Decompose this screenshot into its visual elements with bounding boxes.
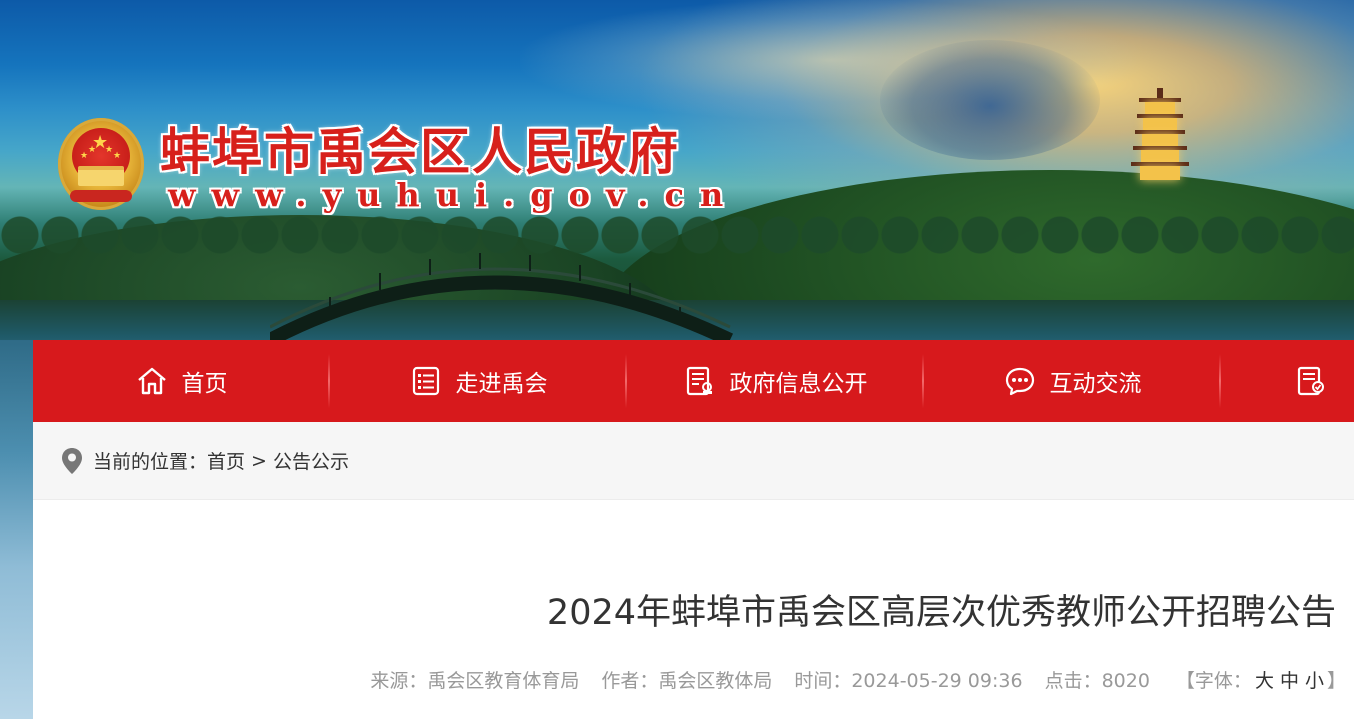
breadcrumb: 当前的位置： 首页 > 公告公示 xyxy=(33,422,1354,500)
list-icon xyxy=(412,366,439,396)
service-document-icon xyxy=(1297,366,1324,396)
nav-item-gov-info-disclosure[interactable]: 政府信息公开 xyxy=(627,340,924,422)
font-size-large-button[interactable]: 大 xyxy=(1255,670,1274,692)
breadcrumb-current-link[interactable]: 公告公示 xyxy=(273,447,349,474)
breadcrumb-separator: > xyxy=(251,449,267,472)
nav-label: 政府信息公开 xyxy=(729,371,868,397)
banner-cloud-dark xyxy=(880,40,1100,160)
main-nav: 首页 走进禹会 政府信息公开 互动交流 xyxy=(33,340,1354,422)
arch-bridge-image xyxy=(270,253,734,345)
font-size-small-button[interactable]: 小 xyxy=(1305,670,1324,692)
breadcrumb-prefix: 当前的位置： xyxy=(93,451,208,473)
nav-item-interaction[interactable]: 互动交流 xyxy=(924,340,1221,422)
nav-label: 走进禹会 xyxy=(455,371,548,397)
breadcrumb-home-link[interactable]: 首页 xyxy=(207,447,245,474)
location-pin-icon xyxy=(62,447,82,474)
home-icon xyxy=(137,367,166,395)
background-lake-strip xyxy=(0,340,33,719)
font-size-label: 【字体： xyxy=(1175,670,1252,692)
article-author: 作者：禹会区教体局 xyxy=(601,670,773,692)
national-emblem-icon: ★ ★ ★ ★ ★ xyxy=(58,118,144,210)
document-icon xyxy=(686,366,712,396)
nav-label: 首页 xyxy=(181,371,228,397)
site-url: www.yuhui.gov.cn xyxy=(168,176,740,214)
pagoda-image xyxy=(1130,88,1190,187)
font-size-label-close: 】 xyxy=(1326,670,1346,692)
site-title: 蚌埠市禹会区人民政府 xyxy=(160,122,680,181)
font-size-medium-button[interactable]: 中 xyxy=(1280,670,1299,692)
article-time: 时间：2024-05-29 09:36 xyxy=(794,670,1023,692)
nav-label: 互动交流 xyxy=(1049,371,1142,397)
article-container: 2024年蚌埠市禹会区高层次优秀教师公开招聘公告 来源：禹会区教育体育局 作者：… xyxy=(33,500,1354,719)
font-size-control: 【字体：大中小】 xyxy=(1176,666,1346,693)
article-title: 2024年蚌埠市禹会区高层次优秀教师公开招聘公告 xyxy=(546,593,1336,633)
header-banner: ★ ★ ★ ★ ★ 蚌埠市禹会区人民政府 www.yuhui.gov.cn xyxy=(0,0,1354,360)
article-meta: 来源：禹会区教育体育局 作者：禹会区教体局 时间：2024-05-29 09:3… xyxy=(370,666,1346,693)
article-source: 来源：禹会区教育体育局 xyxy=(370,670,580,692)
nav-item-home[interactable]: 首页 xyxy=(33,340,330,422)
nav-item-services[interactable] xyxy=(1221,340,1354,422)
nav-item-about-yuhui[interactable]: 走进禹会 xyxy=(330,340,627,422)
chat-icon xyxy=(1005,367,1034,396)
article-click-count: 点击：8020 xyxy=(1044,670,1150,692)
